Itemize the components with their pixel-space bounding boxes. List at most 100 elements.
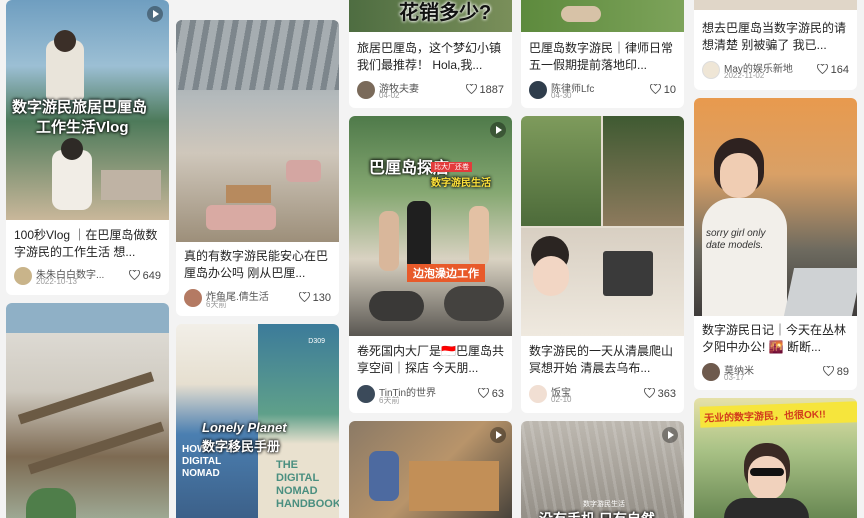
play-icon	[490, 122, 506, 138]
note-cover-image[interactable]	[349, 421, 512, 518]
note-meta: 朱朱白白数字... 2022-10-13 649	[14, 266, 163, 288]
avatar[interactable]	[357, 81, 375, 99]
note-meta: 饭宝 02-10 363	[529, 384, 678, 406]
post-date: 03-17	[724, 373, 745, 382]
like-button[interactable]: 89	[822, 366, 849, 378]
note-cover-image[interactable]	[176, 20, 339, 242]
like-count: 1887	[479, 84, 504, 96]
note-meta: 莫纳米 03-17 89	[702, 362, 851, 384]
post-date: 04-30	[551, 91, 572, 100]
note-cover-image[interactable]	[6, 303, 169, 518]
like-count: 10	[663, 84, 676, 96]
note-cover-image[interactable]: HOW TO BE A DIGITAL NOMAD D309 THE DIGIT…	[176, 324, 339, 518]
cover-overlay-text: 没有手机 只有自然	[539, 509, 655, 518]
note-title[interactable]: 真的有数字游民能安心在巴厘岛办公吗 刚从巴厘...	[184, 248, 333, 282]
like-button[interactable]: 363	[643, 388, 676, 400]
like-button[interactable]: 63	[477, 388, 504, 400]
post-date: 6天前	[379, 396, 400, 405]
note-title[interactable]: 100秒Vlog ｜在巴厘岛做数字游民的工作生活 想...	[14, 227, 163, 261]
heart-outline-icon	[477, 388, 489, 398]
feed-column-2: 真的有数字游民能安心在巴厘岛办公吗 刚从巴厘... 炸鱼尾.倩生活 6天前 13…	[176, 0, 339, 518]
cover-tag: 比大厂还卷	[431, 162, 472, 172]
cover-overlay-text: 花销多少?	[399, 2, 492, 24]
cover-overlay-text: 数字游民旅居巴厘岛	[12, 99, 148, 116]
note-card[interactable]: sorry girl only date models. 数字游民日记｜今天在丛…	[694, 98, 857, 390]
note-title[interactable]: 旅居巴厘岛，这个梦幻小镇我们最推荐！ Hola,我...	[357, 40, 506, 74]
avatar[interactable]	[529, 81, 547, 99]
feed-column-5: 想去巴厘岛当数字游民的请想清楚 别被骗了 我已... May的娱乐新地 2022…	[694, 0, 857, 518]
play-icon	[490, 427, 506, 443]
note-card[interactable]: 想去巴厘岛当数字游民的请想清楚 别被骗了 我已... May的娱乐新地 2022…	[694, 0, 857, 90]
note-card[interactable]: 数字游民生活 没有手机 只有自然	[521, 421, 684, 518]
note-cover-image[interactable]	[521, 0, 684, 32]
note-cover-image[interactable]: 数字游民旅居巴厘岛 工作生活Vlog	[6, 0, 169, 220]
like-button[interactable]: 10	[649, 84, 676, 96]
like-count: 130	[312, 292, 331, 304]
note-cover-image[interactable]	[694, 0, 857, 10]
play-icon	[662, 427, 678, 443]
note-card[interactable]: 数字游民旅居巴厘岛 工作生活Vlog 100秒Vlog ｜在巴厘岛做数字游民的工…	[6, 0, 169, 295]
cover-overlay-text: Lonely Planet	[202, 420, 287, 435]
note-card[interactable]: 花销多少? 旅居巴厘岛，这个梦幻小镇我们最推荐！ Hola,我... 游牧夫妻 …	[349, 0, 512, 108]
cover-banner: 边泡澡边工作	[407, 264, 485, 282]
shirt-print: sorry girl only date models.	[706, 228, 766, 251]
like-count: 164	[830, 64, 849, 76]
avatar[interactable]	[702, 61, 720, 79]
note-cover-image[interactable]: 花销多少?	[349, 0, 512, 32]
note-meta: May的娱乐新地 2022-11-02 164	[702, 60, 851, 82]
note-card[interactable]	[349, 421, 512, 518]
note-title[interactable]: 想去巴厘岛当数字游民的请想清楚 别被骗了 我已...	[702, 20, 851, 54]
heart-outline-icon	[822, 366, 834, 376]
note-card[interactable]: 巴厘岛探店 数字游民生活 比大厂还卷 边泡澡边工作 卷死国内大厂是🇮🇩巴厘岛共享…	[349, 116, 512, 413]
note-card[interactable]: 无业的数字游民，也很OK!!	[694, 398, 857, 518]
like-button[interactable]: 1887	[465, 84, 504, 96]
heart-outline-icon	[816, 64, 828, 74]
note-cover-image[interactable]: 巴厘岛探店 数字游民生活 比大厂还卷 边泡澡边工作	[349, 116, 512, 336]
note-meta: 陈律师Lfc 04-30 10	[529, 80, 678, 102]
like-button[interactable]: 164	[816, 64, 849, 76]
note-cover-image[interactable]: 数字游民生活 没有手机 只有自然	[521, 421, 684, 518]
note-meta: TinTin的世界 6天前 63	[357, 384, 506, 406]
avatar[interactable]	[357, 385, 375, 403]
avatar[interactable]	[702, 363, 720, 381]
note-title[interactable]: 数字游民的一天从清晨爬山冥想开始 清晨去乌布...	[529, 343, 678, 377]
heart-outline-icon	[298, 292, 310, 302]
feed-column-1: 数字游民旅居巴厘岛 工作生活Vlog 100秒Vlog ｜在巴厘岛做数字游民的工…	[6, 0, 169, 518]
note-card[interactable]: 真的有数字游民能安心在巴厘岛办公吗 刚从巴厘... 炸鱼尾.倩生活 6天前 13…	[176, 20, 339, 316]
note-card[interactable]: 数字游民的一天从清晨爬山冥想开始 清晨去乌布... 饭宝 02-10 363	[521, 116, 684, 413]
heart-outline-icon	[128, 270, 140, 280]
post-date: 04-02	[379, 91, 400, 100]
cover-overlay-subtext: 数字游民生活	[583, 501, 625, 508]
cover-overlay-subtext: 数字游民生活	[431, 178, 491, 189]
avatar[interactable]	[14, 267, 32, 285]
cover-overlay-subtext: 数字移民手册	[202, 439, 281, 454]
note-cover-image[interactable]: 无业的数字游民，也很OK!!	[694, 398, 857, 518]
note-title[interactable]: 巴厘岛数字游民｜律师日常 五一假期提前落地印...	[529, 40, 678, 74]
note-card[interactable]: 巴厘岛数字游民｜律师日常 五一假期提前落地印... 陈律师Lfc 04-30 1…	[521, 0, 684, 108]
post-date: 6天前	[206, 300, 227, 309]
note-cover-image[interactable]	[521, 116, 684, 336]
like-count: 63	[491, 388, 504, 400]
note-card[interactable]	[6, 303, 169, 518]
avatar[interactable]	[184, 289, 202, 307]
book-code: D309	[308, 338, 325, 345]
post-date: 2022-11-02	[724, 71, 765, 80]
feed-column-4: 巴厘岛数字游民｜律师日常 五一假期提前落地印... 陈律师Lfc 04-30 1…	[521, 0, 684, 518]
like-count: 649	[142, 270, 161, 282]
like-button[interactable]: 649	[128, 270, 161, 282]
note-meta: 游牧夫妻 04-02 1887	[357, 80, 506, 102]
play-icon	[147, 6, 163, 22]
note-title[interactable]: 卷死国内大厂是🇮🇩巴厘岛共享空间｜探店 今天朋...	[357, 343, 506, 377]
note-meta: 炸鱼尾.倩生活 6天前 130	[184, 288, 333, 310]
avatar[interactable]	[529, 385, 547, 403]
like-button[interactable]: 130	[298, 292, 331, 304]
cover-overlay-subtext: 工作生活Vlog	[36, 119, 129, 136]
post-date: 02-10	[551, 395, 572, 404]
heart-outline-icon	[465, 84, 477, 94]
cover-banner: 无业的数字游民，也很OK!!	[699, 401, 857, 428]
note-title[interactable]: 数字游民日记｜今天在丛林夕阳中办公! 🌇 断断...	[702, 322, 851, 356]
like-count: 363	[657, 388, 676, 400]
feed-column-3: 花销多少? 旅居巴厘岛，这个梦幻小镇我们最推荐！ Hola,我... 游牧夫妻 …	[349, 0, 512, 518]
note-cover-image[interactable]: sorry girl only date models.	[694, 98, 857, 316]
note-card[interactable]: HOW TO BE A DIGITAL NOMAD D309 THE DIGIT…	[176, 324, 339, 518]
